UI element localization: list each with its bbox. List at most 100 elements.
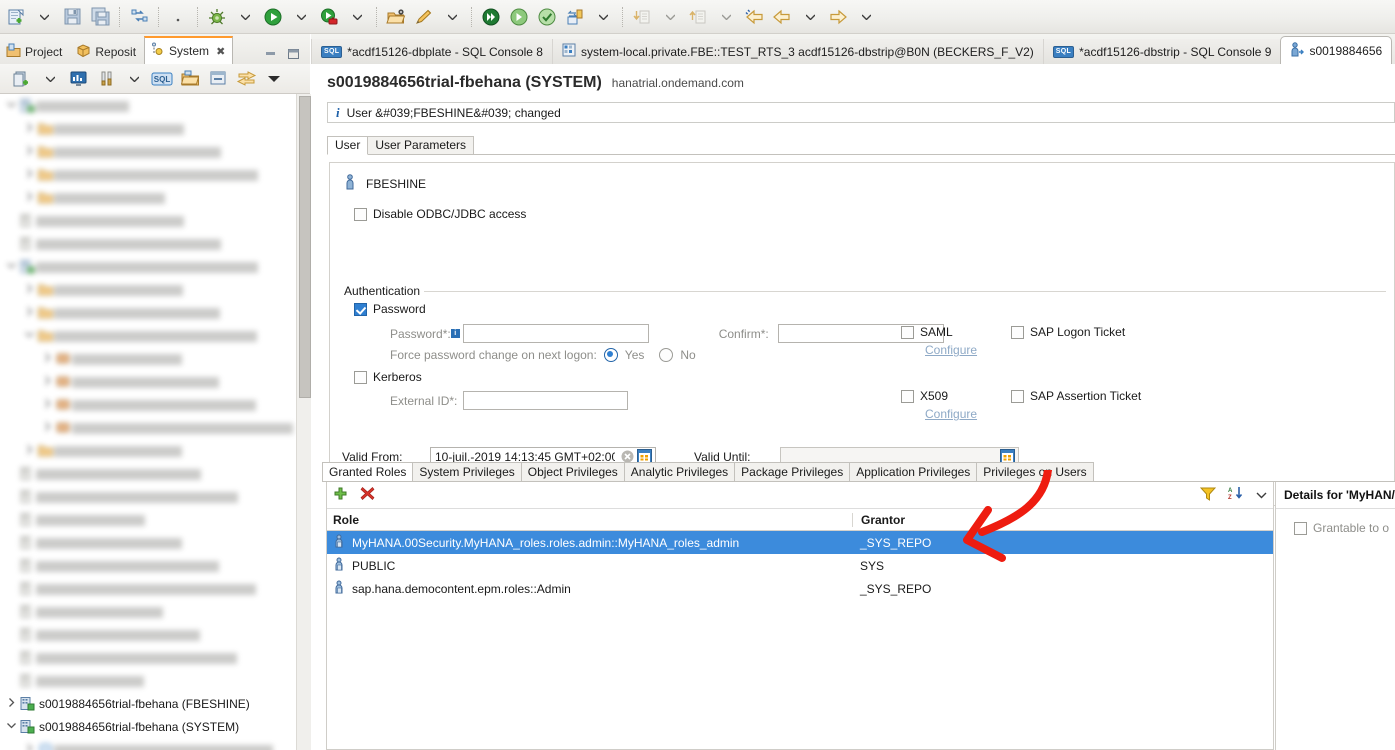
disable-odbc-checkbox[interactable] [354,207,367,221]
chevron-right-icon[interactable] [22,445,37,456]
tab-user[interactable]: User [327,136,369,155]
tree-item[interactable] [0,531,296,554]
editor-tab-calcview[interactable]: system-local.private.FBE::TEST_RTS_3 acd… [551,39,1043,64]
view-menu-icon[interactable] [260,66,288,92]
collapse-all-icon[interactable] [204,66,232,92]
prev-icon[interactable] [768,4,796,30]
chevron-right-icon[interactable] [22,146,37,157]
new-icon[interactable] [2,4,30,30]
tree-item[interactable] [0,255,296,278]
tree-scrollbar[interactable] [296,94,311,750]
sap-logon-ticket-row[interactable]: SAP Logon Ticket [1011,325,1125,339]
sap-assertion-ticket-row[interactable]: SAP Assertion Ticket [1011,389,1141,403]
chevron-right-icon[interactable] [4,698,19,709]
grantable-checkbox[interactable] [1294,521,1307,535]
force-change-yes-radio[interactable] [603,348,618,362]
column-header-grantor[interactable]: Grantor [852,512,1273,527]
tab-package-privileges[interactable]: Package Privileges [734,462,851,482]
link-editor-icon[interactable] [232,66,260,92]
password-checkbox[interactable] [354,302,367,316]
activate-icon[interactable] [561,4,589,30]
activate-dropdown-chevron-down-icon[interactable] [589,4,617,30]
tree-item[interactable] [0,94,296,117]
pen-dropdown-chevron-down-icon[interactable] [438,4,466,30]
link-icon[interactable] [125,4,153,30]
tree-item[interactable] [0,623,296,646]
step-over-icon[interactable] [505,4,533,30]
chevron-down-icon[interactable] [4,721,19,732]
tree-item[interactable] [0,347,296,370]
grantable-row[interactable]: Grantable to o [1294,521,1395,535]
tree-item[interactable] [0,117,296,140]
tree-item[interactable] [0,186,296,209]
kerberos-checkbox[interactable] [354,370,367,384]
maximize-button[interactable] [287,48,300,60]
chevron-right-icon[interactable] [40,353,55,364]
open-folder-icon[interactable] [176,66,204,92]
chevron-right-icon[interactable] [40,422,55,433]
chevron-right-icon[interactable] [22,307,37,318]
back-icon[interactable] [740,4,768,30]
step-into-icon[interactable] [477,4,505,30]
debug-icon[interactable] [203,4,231,30]
tree-item[interactable] [0,393,296,416]
password-info-badge[interactable]: i [450,329,460,338]
sort-az-icon[interactable]: AZ [1228,486,1244,504]
chevron-right-icon[interactable] [40,376,55,387]
sap-assertion-ticket-checkbox[interactable] [1011,389,1024,403]
add-green-plus-icon[interactable] [333,486,348,504]
chevron-down-icon[interactable] [4,261,19,272]
tab-analytic-privileges[interactable]: Analytic Privileges [623,462,736,482]
save-all-icon[interactable] [86,4,114,30]
tree-item[interactable] [0,163,296,186]
x509-checkbox[interactable] [901,389,914,403]
disable-odbc-row[interactable]: Disable ODBC/JDBC access [354,207,526,221]
chevron-right-icon[interactable] [22,284,37,295]
configure-dropdown-chevron-down-icon[interactable] [120,66,148,92]
table-row[interactable]: MyHANA.00Security.MyHANA_roles.roles.adm… [327,531,1273,554]
tree-item[interactable]: s0019884656trial-fbehana (FBESHINE) [0,692,296,715]
export-dropdown-chevron-down-icon[interactable] [712,4,740,30]
sidebar-tab-project[interactable]: Project [0,39,70,64]
filter-icon[interactable] [1199,487,1217,504]
force-change-no-radio[interactable] [659,348,674,362]
tree-item[interactable] [0,646,296,669]
tab-privileges-on-users[interactable]: Privileges on Users [976,462,1094,482]
table-row[interactable]: sap.hana.democontent.epm.roles::Admin _SY… [327,577,1273,600]
dashboard-icon[interactable] [64,66,92,92]
chevron-right-icon[interactable] [40,399,55,410]
password-row[interactable]: Password [354,302,426,316]
tree-item[interactable] [0,600,296,623]
add-system-dropdown-chevron-down-icon[interactable] [36,66,64,92]
chevron-right-icon[interactable] [22,169,37,180]
chevron-down-icon[interactable] [4,100,19,111]
systems-tree[interactable]: s0019884656trial-fbehana (FBESHINE) s0019… [0,94,297,750]
tree-item[interactable]: s0019884656trial-fbehana (SYSTEM) [0,715,296,738]
import-dropdown-chevron-down-icon[interactable] [656,4,684,30]
tree-item[interactable] [0,278,296,301]
tab-application-privileges[interactable]: Application Privileges [849,462,978,482]
forward-dropdown-chevron-down-icon[interactable] [852,4,880,30]
tree-scrollbar-thumb[interactable] [299,96,311,398]
pen-icon[interactable] [410,4,438,30]
tree-item[interactable] [0,370,296,393]
tree-item[interactable] [0,485,296,508]
saml-checkbox[interactable] [901,325,914,339]
run-icon[interactable] [259,4,287,30]
close-icon[interactable]: ✖ [216,45,225,58]
editor-tab-sql-console-8[interactable]: SQL *acdf15126-dbplate - SQL Console 8 [311,39,552,64]
minimize-button[interactable] [264,48,277,60]
run-dropdown-chevron-down-icon[interactable] [287,4,315,30]
tab-granted-roles[interactable]: Granted Roles [322,462,414,482]
chevron-right-icon[interactable] [22,744,37,750]
tab-user-parameters[interactable]: User Parameters [367,136,475,154]
x509-row[interactable]: X509 [901,389,948,403]
tree-item[interactable] [0,577,296,600]
tree-item[interactable] [0,140,296,163]
chevron-right-icon[interactable] [22,192,37,203]
run-profile-dropdown-chevron-down-icon[interactable] [343,4,371,30]
sap-logon-ticket-checkbox[interactable] [1011,325,1024,339]
chevron-right-icon[interactable] [22,123,37,134]
new-dropdown-chevron-down-icon[interactable] [30,4,58,30]
external-id-input[interactable] [463,391,629,410]
